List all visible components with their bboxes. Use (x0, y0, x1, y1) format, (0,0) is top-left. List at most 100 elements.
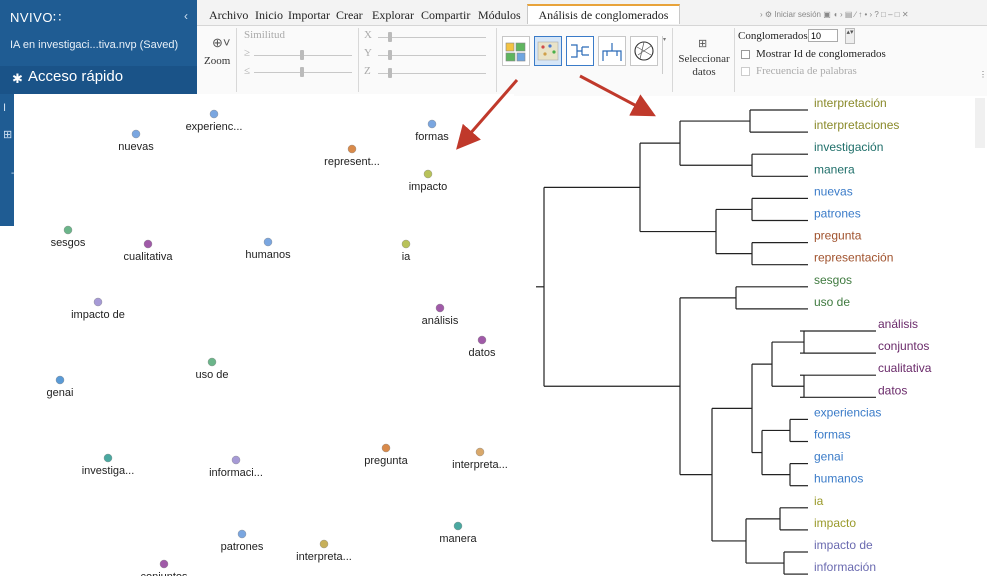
dendrogram-leaf-label: genai (814, 450, 843, 464)
cluster-node-label: ia (402, 251, 411, 263)
project-name: IA en investigaci...tiva.nvp (Saved) (10, 39, 179, 51)
menu-modulos[interactable]: Módulos (478, 8, 521, 23)
cluster-node[interactable]: genai (47, 375, 74, 399)
cluster-node[interactable]: humanos (245, 237, 291, 261)
tab-cluster-analysis-label: Análisis de conglomerados (538, 8, 669, 22)
cluster-node-marker[interactable] (319, 539, 329, 549)
cluster-node-marker[interactable] (401, 239, 411, 249)
rotate-z-slider[interactable] (378, 73, 486, 74)
cluster-node-marker[interactable] (143, 239, 153, 249)
cluster-node-marker[interactable] (453, 521, 463, 531)
cluster-node-marker[interactable] (207, 357, 217, 367)
dendrogram-leaf-label: conjuntos (878, 339, 929, 353)
horizontal-dendrogram-button[interactable] (566, 36, 594, 66)
cluster-node-marker[interactable] (55, 375, 65, 385)
rotate-y-thumb[interactable] (388, 50, 392, 60)
cluster-node-label: humanos (245, 249, 291, 261)
cluster-node-marker[interactable] (93, 297, 103, 307)
cluster-node[interactable]: análisis (422, 303, 459, 327)
clusters-spinner[interactable]: ▴▾ (845, 28, 855, 44)
cluster-node-marker[interactable] (231, 455, 241, 465)
cluster-node-marker[interactable] (381, 443, 391, 453)
clusters-count-input[interactable]: 10 (808, 29, 838, 42)
cluster-node[interactable]: impacto de (71, 297, 125, 321)
quick-access-label[interactable]: Acceso rápido (28, 68, 123, 85)
cluster-node[interactable]: informaci... (209, 455, 263, 479)
sidebar-item-partial[interactable]: I (3, 102, 6, 114)
rotate-z-thumb[interactable] (388, 68, 392, 78)
dendrogram-leaf-label: representación (814, 251, 893, 265)
word-frequency-checkbox[interactable] (741, 67, 750, 76)
similarity-min-thumb[interactable] (300, 50, 304, 60)
cluster-node[interactable]: conjuntos (140, 559, 188, 576)
show-cluster-ids-checkbox[interactable] (741, 50, 750, 59)
cluster-node[interactable]: pregunta (364, 443, 409, 467)
similarity-max-thumb[interactable] (300, 67, 304, 77)
cluster-map-2d-button[interactable] (534, 36, 562, 66)
show-cluster-ids-label[interactable]: Mostrar Id de conglomerados (756, 48, 886, 60)
dendrogram-leaf-label: formas (814, 428, 851, 442)
cluster-node[interactable]: ia (401, 239, 411, 263)
cluster-node[interactable]: investiga... (82, 453, 135, 477)
dendrogram-leaf-label: nuevas (814, 184, 853, 198)
tree-map-button[interactable] (502, 36, 530, 66)
dendrogram-leaf-label: impacto (814, 516, 856, 530)
menu-archivo[interactable]: Archivo (209, 8, 248, 23)
menu-explorar[interactable]: Explorar (372, 8, 414, 23)
tab-cluster-analysis[interactable]: Análisis de conglomerados (527, 4, 680, 24)
collapse-sidebar-icon[interactable]: ‹ (184, 9, 188, 23)
zoom-label[interactable]: Zoom (204, 55, 230, 67)
dendrogram-leaf-label: manera (814, 162, 855, 176)
zoom-icon[interactable]: ⊕˅ (212, 35, 230, 51)
cluster-node[interactable]: manera (439, 521, 478, 545)
cluster-node-marker[interactable] (475, 447, 485, 457)
vertical-dendrogram-button[interactable] (598, 36, 626, 66)
cluster-node-marker[interactable] (347, 144, 357, 154)
cluster-node-marker[interactable] (427, 119, 437, 129)
cluster-node-marker[interactable] (159, 559, 169, 569)
cluster-node-marker[interactable] (131, 129, 141, 139)
select-data-icon[interactable]: ⊞ (698, 37, 707, 50)
cluster-node-label: manera (439, 533, 477, 545)
sidebar-grid-icon[interactable]: ⊞ (3, 128, 12, 141)
cluster-node[interactable]: formas (415, 119, 449, 143)
dendrogram-leaf-label: sesgos (814, 273, 852, 287)
cluster-node-label: experienc... (186, 121, 243, 133)
cluster-node-label: pregunta (364, 455, 408, 467)
menu-crear[interactable]: Crear (336, 8, 363, 23)
menu-inicio[interactable]: Inicio (255, 8, 283, 23)
horizontal-dendrogram-icon (571, 44, 589, 58)
cluster-node-marker[interactable] (263, 237, 273, 247)
cluster-node-label: formas (415, 131, 449, 143)
menu-compartir[interactable]: Compartir (421, 8, 470, 23)
cluster-node[interactable]: experienc... (186, 109, 243, 133)
cluster-node[interactable]: nuevas (118, 129, 154, 153)
scroll-handle-icon[interactable]: ⋮ (979, 71, 987, 79)
rotate-x-thumb[interactable] (388, 32, 392, 42)
select-data-button[interactable]: Seleccionar datos (672, 53, 736, 79)
window-controls[interactable]: › ⚙ Iniciar sesión ▣ ◖ › ▤ ∕ ↑ • › ? □ –… (760, 10, 909, 19)
similarity-geq-label: ≥ (244, 47, 251, 59)
cluster-node[interactable]: uso de (195, 357, 229, 381)
vertical-scrollbar[interactable] (975, 98, 985, 148)
cluster-node-marker[interactable] (237, 529, 247, 539)
cluster-node-marker[interactable] (435, 303, 445, 313)
rotate-x-slider[interactable] (378, 37, 486, 38)
cluster-node[interactable]: interpreta... (296, 539, 352, 563)
gallery-more-icon[interactable]: ▾ (662, 36, 671, 74)
cluster-node[interactable]: represent... (324, 144, 380, 168)
cluster-node[interactable]: impacto (409, 169, 448, 193)
menu-importar[interactable]: Importar (288, 8, 330, 23)
rotate-y-slider[interactable] (378, 55, 486, 56)
circle-graph-button[interactable] (630, 36, 658, 66)
cluster-node-label: cualitativa (124, 251, 174, 263)
cluster-node-marker[interactable] (103, 453, 113, 463)
cluster-node-marker[interactable] (477, 335, 487, 345)
similarity-leq-label: ≤ (244, 65, 251, 77)
cluster-node[interactable]: patrones (221, 529, 264, 553)
cluster-node[interactable]: cualitativa (124, 239, 174, 263)
cluster-node[interactable]: sesgos (51, 225, 86, 249)
cluster-node-marker[interactable] (423, 169, 433, 179)
cluster-node-marker[interactable] (209, 109, 219, 119)
cluster-node-marker[interactable] (63, 225, 73, 235)
